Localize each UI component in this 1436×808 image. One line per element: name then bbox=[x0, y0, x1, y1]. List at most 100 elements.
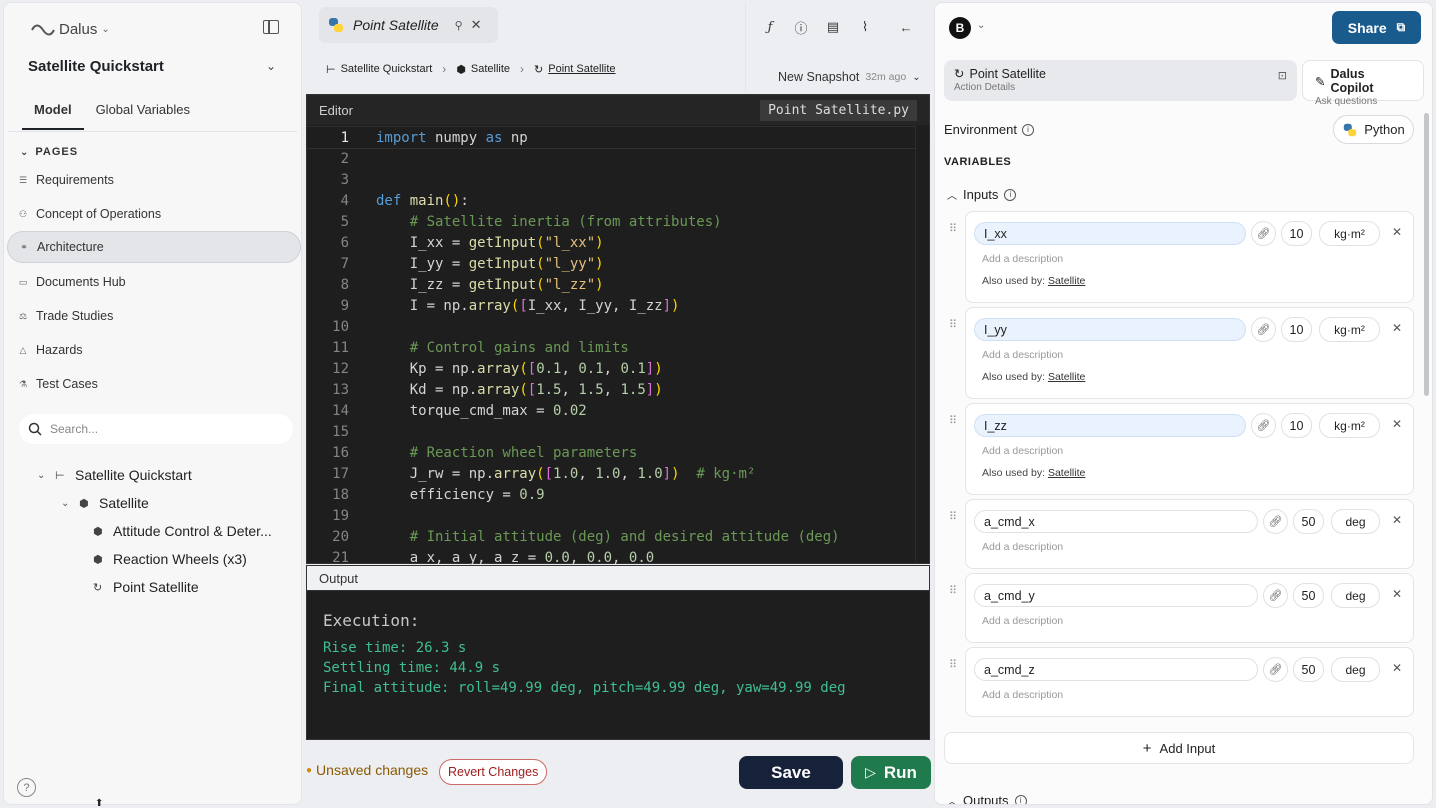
variable-unit-field[interactable]: deg bbox=[1331, 583, 1380, 608]
variable-unit-field[interactable]: kg·m² bbox=[1319, 413, 1380, 438]
close-icon[interactable]: ✕ bbox=[1392, 321, 1402, 335]
variable-name-field[interactable]: I_zz bbox=[974, 414, 1246, 437]
sidebar-item-trade-studies[interactable]: ⚖ Trade Studies bbox=[7, 300, 301, 332]
pages-section-header[interactable]: ⌄ PAGES bbox=[20, 146, 78, 158]
link-icon[interactable]: 🔗︎ bbox=[1263, 657, 1288, 682]
drag-handle-icon[interactable]: ⠿ bbox=[949, 222, 957, 235]
avatar[interactable]: B bbox=[949, 17, 971, 39]
sidebar-toggle-icon[interactable] bbox=[263, 20, 279, 34]
share-button[interactable]: Share ⧉ bbox=[1332, 11, 1421, 44]
inputs-section-header[interactable]: ︿ Inputs i bbox=[947, 187, 1017, 202]
also-used-by-link[interactable]: Satellite bbox=[1048, 275, 1085, 287]
info-icon[interactable]: ⓘ bbox=[792, 18, 810, 36]
variable-unit-field[interactable]: kg·m² bbox=[1319, 317, 1380, 342]
info-icon[interactable]: i bbox=[1021, 123, 1034, 136]
link-icon[interactable]: 🔗︎ bbox=[1251, 221, 1276, 246]
app-logo[interactable]: Dalus ⌄ bbox=[31, 21, 110, 38]
sidebar-item-documents-hub[interactable]: ▭ Documents Hub bbox=[7, 266, 301, 298]
close-icon[interactable]: ✕ bbox=[1392, 587, 1402, 601]
sidebar-item-concept-of-operations[interactable]: ⚇ Concept of Operations bbox=[7, 198, 301, 230]
close-icon[interactable]: ✕ bbox=[1392, 225, 1402, 239]
variable-name-field[interactable]: a_cmd_x bbox=[974, 510, 1258, 533]
also-used-by-link[interactable]: Satellite bbox=[1048, 371, 1085, 383]
file-tab-point-satellite[interactable]: Point Satellite ⚲ ✕ bbox=[319, 7, 498, 43]
variable-unit-field[interactable]: deg bbox=[1331, 657, 1380, 682]
back-arrow-icon[interactable]: ← bbox=[897, 18, 915, 36]
attachment-icon[interactable]: ⌇ bbox=[856, 18, 874, 36]
sidebar-item-test-cases[interactable]: ⚗ Test Cases bbox=[7, 368, 301, 400]
revert-changes-button[interactable]: Revert Changes bbox=[439, 759, 548, 785]
variable-unit-field[interactable]: deg bbox=[1331, 509, 1380, 534]
chevron-down-icon[interactable]: ⌄ bbox=[266, 59, 276, 73]
code-content[interactable]: 1 import numpy as np 2 3 4 def main(): 5 #… bbox=[306, 125, 930, 568]
tab-model[interactable]: Model bbox=[22, 93, 84, 130]
variable-description[interactable]: Add a description bbox=[982, 615, 1063, 627]
tree-item-attitude-control[interactable]: ⬢ Attitude Control & Deter... bbox=[93, 523, 272, 539]
variable-value-field[interactable]: 10 bbox=[1281, 413, 1312, 438]
tree-item-satellite-quickstart[interactable]: ⌄ ⊢ Satellite Quickstart bbox=[37, 467, 192, 483]
breadcrumb-item[interactable]: ⊢ Satellite Quickstart bbox=[326, 63, 432, 76]
save-button[interactable]: Save bbox=[739, 756, 843, 789]
panel-scrollbar[interactable] bbox=[1424, 113, 1429, 396]
tree-item-point-satellite[interactable]: ↻ Point Satellite bbox=[93, 579, 199, 595]
tab-global-variables[interactable]: Global Variables bbox=[84, 93, 202, 130]
help-icon[interactable]: ? bbox=[17, 778, 36, 797]
search-input[interactable]: Search... bbox=[19, 414, 293, 444]
sidebar-item-hazards[interactable]: △ Hazards bbox=[7, 334, 301, 366]
variable-description[interactable]: Add a description bbox=[982, 445, 1063, 457]
variable-value-field[interactable]: 10 bbox=[1281, 317, 1312, 342]
close-icon[interactable]: ✕ bbox=[1392, 513, 1402, 527]
link-icon[interactable]: 🔗︎ bbox=[1251, 413, 1276, 438]
link-icon[interactable]: 🔗︎ bbox=[1263, 583, 1288, 608]
breadcrumb-item[interactable]: ⬢ Satellite bbox=[456, 63, 510, 76]
environment-select[interactable]: Python bbox=[1333, 115, 1414, 144]
variable-description[interactable]: Add a description bbox=[982, 349, 1063, 361]
tree-item-reaction-wheels[interactable]: ⬢ Reaction Wheels (x3) bbox=[93, 551, 247, 567]
link-icon[interactable]: 🔗︎ bbox=[1251, 317, 1276, 342]
variable-value-field[interactable]: 50 bbox=[1293, 509, 1324, 534]
snapshot-selector[interactable]: New Snapshot 32m ago ⌄ bbox=[778, 70, 921, 84]
project-title[interactable]: Satellite Quickstart bbox=[28, 58, 164, 75]
input-variable-card: a_cmd_z 🔗︎ 50 deg ✕ Add a description bbox=[965, 647, 1414, 717]
chevron-down-icon[interactable]: ⌄ bbox=[37, 470, 47, 481]
function-icon[interactable]: ƒ bbox=[761, 18, 779, 36]
chevron-down-icon[interactable]: ⌄ bbox=[61, 498, 71, 509]
tree-item-satellite[interactable]: ⌄ ⬢ Satellite bbox=[61, 495, 149, 511]
variable-unit-field[interactable]: kg·m² bbox=[1319, 221, 1380, 246]
variable-name-field[interactable]: a_cmd_z bbox=[974, 658, 1258, 681]
add-input-button[interactable]: + Add Input bbox=[944, 732, 1414, 764]
pin-icon[interactable]: ⚲ bbox=[455, 19, 463, 32]
drag-handle-icon[interactable]: ⠿ bbox=[949, 658, 957, 671]
info-icon[interactable]: i bbox=[1014, 794, 1027, 804]
also-used-by-link[interactable]: Satellite bbox=[1048, 467, 1085, 479]
drag-handle-icon[interactable]: ⠿ bbox=[949, 414, 957, 427]
breadcrumb-item[interactable]: ↻ Point Satellite bbox=[534, 63, 615, 76]
action-details-card[interactable]: ↻ Point Satellite Action Details ⊡ bbox=[944, 60, 1297, 101]
copilot-card[interactable]: ✎ Dalus Copilot Ask questions bbox=[1302, 60, 1424, 107]
editor-scrollbar[interactable] bbox=[915, 125, 929, 563]
outputs-section-header[interactable]: ︿ Outputs i bbox=[947, 793, 1027, 804]
variable-description[interactable]: Add a description bbox=[982, 541, 1063, 553]
sidebar-item-requirements[interactable]: ☰ Requirements bbox=[7, 164, 301, 196]
code-editor[interactable]: Editor Point Satellite.py 1 import numpy … bbox=[306, 94, 930, 566]
layout-icon[interactable]: ▤ bbox=[824, 18, 842, 36]
sidebar-item-architecture[interactable]: ⚭ Architecture bbox=[7, 231, 301, 263]
drag-handle-icon[interactable]: ⠿ bbox=[949, 584, 957, 597]
run-button[interactable]: ▷ Run bbox=[851, 756, 931, 789]
variable-value-field[interactable]: 10 bbox=[1281, 221, 1312, 246]
variable-name-field[interactable]: I_xx bbox=[974, 222, 1246, 245]
drag-handle-icon[interactable]: ⠿ bbox=[949, 510, 957, 523]
info-icon[interactable]: i bbox=[1004, 188, 1017, 201]
close-icon[interactable]: ✕ bbox=[1392, 417, 1402, 431]
variable-description[interactable]: Add a description bbox=[982, 253, 1063, 265]
variable-value-field[interactable]: 50 bbox=[1293, 657, 1324, 682]
variable-name-field[interactable]: a_cmd_y bbox=[974, 584, 1258, 607]
drag-handle-icon[interactable]: ⠿ bbox=[949, 318, 957, 331]
chevron-down-icon[interactable]: ⌄ bbox=[977, 20, 985, 31]
variable-value-field[interactable]: 50 bbox=[1293, 583, 1324, 608]
variable-description[interactable]: Add a description bbox=[982, 689, 1063, 701]
variable-name-field[interactable]: I_yy bbox=[974, 318, 1246, 341]
close-icon[interactable]: ✕ bbox=[471, 17, 482, 33]
link-icon[interactable]: 🔗︎ bbox=[1263, 509, 1288, 534]
close-icon[interactable]: ✕ bbox=[1392, 661, 1402, 675]
